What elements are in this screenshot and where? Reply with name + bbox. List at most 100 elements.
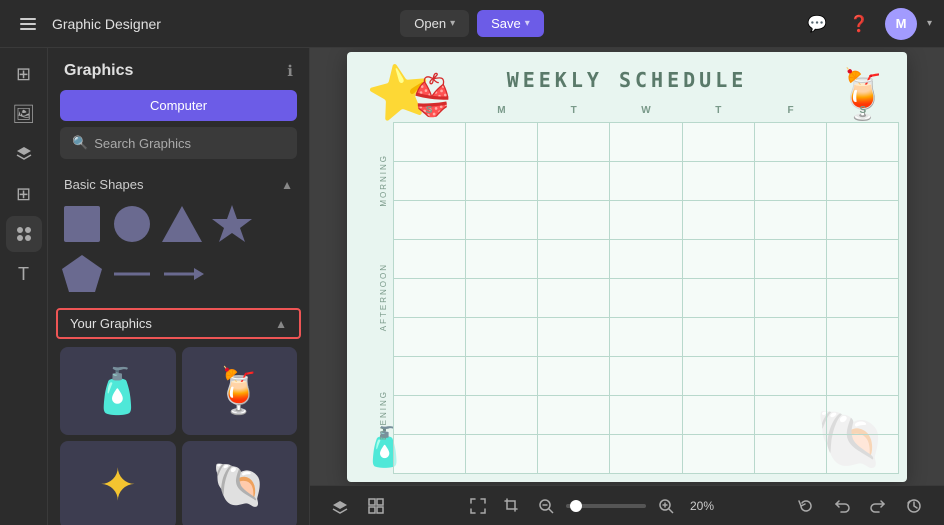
grid-cell[interactable] [538,396,610,435]
grid-cell[interactable] [466,435,538,474]
hamburger-menu-button[interactable] [12,8,44,40]
grid-cell[interactable] [610,435,682,474]
info-icon[interactable]: ℹ [287,62,293,80]
graphic-item-sunscreen[interactable]: 🧴 [60,347,176,435]
grid-cell[interactable] [683,396,755,435]
grid-cell[interactable] [394,435,466,474]
search-button[interactable]: 🔍 Search Graphics [60,127,297,159]
sidebar-home-button[interactable]: ⊞ [6,56,42,92]
shape-triangle[interactable] [160,202,204,246]
graphic-item-drink[interactable]: 🍹 [182,347,298,435]
crop-button[interactable] [498,492,526,520]
grid-cell[interactable] [538,123,610,162]
grid-cell[interactable] [466,123,538,162]
grid-cell[interactable] [538,162,610,201]
zoom-slider[interactable] [566,504,646,508]
grid-cell[interactable] [755,240,827,279]
grid-cell[interactable] [466,357,538,396]
grid-cell[interactable] [827,201,899,240]
sidebar-text-button[interactable]: T [6,256,42,292]
grid-cell[interactable] [755,279,827,318]
grid-cell[interactable] [610,123,682,162]
save-button[interactable]: Save ▾ [477,10,544,37]
grid-cell[interactable] [466,396,538,435]
grid-toggle-button[interactable] [362,492,390,520]
shape-arrow[interactable] [160,252,204,296]
grid-cell[interactable] [466,279,538,318]
basic-shapes-section-header[interactable]: Basic Shapes ▲ [48,169,309,198]
history-button[interactable] [900,492,928,520]
chat-button[interactable]: 💬 [801,8,833,40]
grid-cell[interactable] [466,201,538,240]
zoom-out-button[interactable] [532,492,560,520]
canvas-workspace[interactable]: ⭐ 👙 🍹 🧴 🐚 WEEKLY SCHEDULE MORNING [310,48,944,485]
grid-cell[interactable] [466,162,538,201]
grid-cell[interactable] [466,240,538,279]
grid-cell[interactable] [394,396,466,435]
grid-cell[interactable] [755,201,827,240]
grid-cell[interactable] [755,357,827,396]
grid-cell[interactable] [827,318,899,357]
grid-cell[interactable] [538,318,610,357]
grid-cell[interactable] [394,123,466,162]
grid-cell[interactable] [755,396,827,435]
grid-cell[interactable] [538,201,610,240]
grid-cell[interactable] [683,123,755,162]
grid-cell[interactable] [683,318,755,357]
grid-cell[interactable] [394,201,466,240]
grid-cell[interactable] [755,318,827,357]
shape-star[interactable] [210,202,254,246]
sidebar-grid-button[interactable]: ⊞ [6,176,42,212]
grid-cell[interactable] [610,162,682,201]
rotate-ccw-button[interactable] [792,492,820,520]
grid-cell[interactable] [683,201,755,240]
shape-square[interactable] [60,202,104,246]
undo-button[interactable] [828,492,856,520]
your-graphics-section-header[interactable]: Your Graphics ▲ [56,308,301,339]
open-button[interactable]: Open ▾ [400,10,469,37]
shape-line[interactable] [110,252,154,296]
grid-cell[interactable] [683,162,755,201]
grid-cell[interactable] [610,279,682,318]
redo-button[interactable] [864,492,892,520]
layers-toggle-button[interactable] [326,492,354,520]
grid-cell[interactable] [538,279,610,318]
grid-cell[interactable] [755,123,827,162]
sidebar-layers-button[interactable] [6,136,42,172]
grid-cell[interactable] [394,357,466,396]
grid-cell[interactable] [827,396,899,435]
avatar-chevron-icon[interactable]: ▾ [927,18,932,29]
shape-circle[interactable] [110,202,154,246]
grid-cell[interactable] [538,240,610,279]
grid-cell[interactable] [394,318,466,357]
grid-cell[interactable] [394,279,466,318]
grid-cell[interactable] [610,201,682,240]
shape-pentagon[interactable] [60,252,104,296]
grid-cell[interactable] [827,435,899,474]
grid-cell[interactable] [683,240,755,279]
grid-cell[interactable] [394,240,466,279]
grid-cell[interactable] [538,435,610,474]
grid-cell[interactable] [538,357,610,396]
sidebar-image-button[interactable]: 🖼 [6,96,42,132]
grid-cell[interactable] [827,357,899,396]
grid-cell[interactable] [683,357,755,396]
grid-cell[interactable] [827,240,899,279]
grid-cell[interactable] [610,318,682,357]
grid-cell[interactable] [683,279,755,318]
grid-cell[interactable] [394,162,466,201]
zoom-in-button[interactable] [652,492,680,520]
grid-cell[interactable] [610,240,682,279]
graphic-item-starfish[interactable]: ✦ [60,441,176,525]
computer-button[interactable]: Computer [60,90,297,121]
help-button[interactable]: ❓ [843,8,875,40]
graphic-item-shell[interactable]: 🐚 [182,441,298,525]
grid-cell[interactable] [827,123,899,162]
sidebar-graphics-button[interactable] [6,216,42,252]
grid-cell[interactable] [827,162,899,201]
grid-cell[interactable] [610,396,682,435]
avatar-button[interactable]: M [885,8,917,40]
fit-page-button[interactable] [464,492,492,520]
grid-cell[interactable] [610,357,682,396]
grid-cell[interactable] [827,279,899,318]
